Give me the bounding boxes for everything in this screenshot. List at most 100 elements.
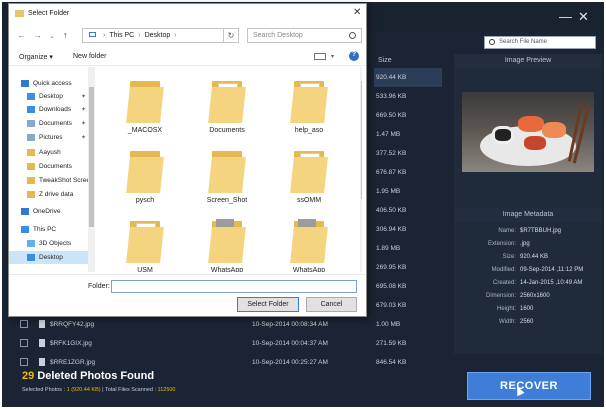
folder-item[interactable]: WhatsApp — [188, 215, 266, 272]
folder-item[interactable]: USM — [106, 215, 184, 272]
dialog-close-button[interactable]: ✕ — [353, 7, 361, 18]
nav-item-label: Desktop — [39, 254, 63, 261]
refresh-icon: ↻ — [227, 31, 235, 40]
row-checkbox[interactable] — [20, 358, 28, 366]
nav-item-label: Pictures — [39, 134, 63, 141]
folder-name: _MACOSX — [127, 127, 163, 134]
cancel-button[interactable]: Cancel — [306, 297, 357, 312]
folder-name: pysch — [135, 197, 155, 204]
folder-name: WhatsApp — [292, 267, 326, 272]
refresh-button[interactable]: ↻ — [223, 28, 239, 43]
folder-input[interactable] — [111, 280, 357, 293]
folder-item[interactable]: Documents — [188, 75, 266, 143]
folder-item[interactable]: _MACOSX — [106, 75, 184, 143]
view-dropdown-icon[interactable]: ▾ — [331, 53, 334, 60]
metadata-key: Modified: — [491, 267, 516, 273]
size-cell[interactable]: 406.50 KB — [374, 201, 442, 220]
nav-item[interactable]: Pictures ✦ — [9, 131, 88, 144]
nav-item[interactable]: Z drive data — [9, 188, 88, 201]
nav-item[interactable]: Desktop — [9, 251, 88, 264]
metadata-value: 2560 — [520, 319, 534, 325]
metadata-key: Extension: — [487, 241, 516, 247]
pin-icon: ✦ — [81, 135, 87, 141]
size-cell[interactable]: 669.50 KB — [374, 106, 442, 125]
folder-icon — [27, 177, 35, 184]
size-cell[interactable]: 1.95 MB — [374, 182, 442, 201]
size-cell[interactable]: 269.95 KB — [374, 258, 442, 277]
file-date: 10-Sep-2014 00:08:34 AM — [252, 321, 328, 328]
nav-item-label: Aayush — [39, 149, 61, 156]
app-close-button[interactable]: ✕ — [578, 9, 589, 25]
metadata-value: 2560x1600 — [520, 293, 550, 299]
folder-name: USM — [137, 267, 153, 272]
image-file-icon — [39, 358, 45, 366]
folder-item[interactable]: WhatsApp — [270, 215, 348, 272]
address-bar[interactable]: › This PC › Desktop › — [82, 28, 239, 43]
file-search-input[interactable]: Search File Name — [484, 36, 596, 49]
nav-item-label: This PC — [33, 226, 57, 233]
view-options-icon[interactable] — [314, 53, 326, 60]
nav-item[interactable]: Desktop ✦ — [9, 90, 88, 103]
help-icon[interactable]: ? — [349, 51, 359, 61]
metadata-row: Width: 2560 — [454, 319, 602, 331]
nav-scrollbar-thumb[interactable] — [89, 87, 94, 227]
nav-item[interactable]: Documents ✦ — [9, 117, 88, 130]
size-cell[interactable]: 676.87 KB — [374, 163, 442, 182]
content-scrollbar-thumb[interactable] — [361, 81, 362, 199]
nav-item[interactable]: Downloads ✦ — [9, 103, 88, 116]
folder-item[interactable]: help_aso — [270, 75, 348, 143]
folder-item[interactable]: ssOMM — [270, 145, 348, 213]
metadata-value: 14-Jan-2015 ,10:49 AM — [520, 280, 583, 286]
folder-item[interactable]: pysch — [106, 145, 184, 213]
new-folder-button[interactable]: New folder — [73, 53, 106, 60]
recover-button[interactable]: RECOVER — [467, 372, 591, 400]
recent-dropdown-icon[interactable]: ⌄ — [49, 32, 55, 40]
dialog-footer: Folder: Select Folder Cancel — [9, 274, 366, 318]
size-cell[interactable]: 679.03 KB — [374, 296, 442, 315]
nav-item[interactable]: 3D Objects — [9, 237, 88, 250]
row-checkbox[interactable] — [20, 320, 28, 328]
metadata-key: Width: — [498, 319, 516, 325]
breadcrumb-desktop[interactable]: Desktop — [145, 32, 171, 39]
metadata-value: 1600 — [520, 306, 534, 312]
nav-item-label: Downloads — [39, 106, 72, 113]
nav-item[interactable]: TweakShot Scree — [9, 174, 90, 187]
forward-arrow-icon[interactable]: → — [33, 30, 42, 40]
search-icon — [489, 39, 495, 45]
dialog-navbar: ← → ⌄ ↑ › This PC › Desktop › ↻ Search Deskt… — [9, 26, 366, 46]
image-file-icon — [39, 339, 45, 347]
folder-item[interactable]: Screen_Shot — [188, 145, 266, 213]
size-cell[interactable]: 920.44 KB — [374, 68, 442, 87]
nav-item[interactable]: OneDrive — [9, 205, 88, 218]
column-header-size[interactable]: Size — [378, 54, 392, 68]
size-cell[interactable]: 306.94 KB — [374, 220, 442, 239]
metadata-key: Dimension: — [485, 293, 516, 299]
back-arrow-icon[interactable]: ← — [17, 30, 26, 40]
total-value: 112500 — [157, 387, 176, 393]
dialog-titlebar: Select Folder ✕ — [9, 4, 366, 24]
select-folder-button[interactable]: Select Folder — [237, 297, 299, 312]
nav-item-label: 3D Objects — [39, 240, 72, 247]
nav-item[interactable]: Quick access — [9, 77, 88, 90]
breadcrumb-this-pc[interactable]: This PC — [109, 32, 134, 39]
size-cell[interactable]: 377.52 KB — [374, 144, 442, 163]
pc-icon — [89, 32, 96, 37]
size-cell[interactable]: 1.47 MB — [374, 125, 442, 144]
size-cell[interactable]: 695.08 KB — [374, 277, 442, 296]
dialog-search-input[interactable]: Search Desktop — [247, 28, 362, 43]
minimize-button[interactable]: — — [559, 9, 572, 24]
nav-item[interactable]: Aayush — [9, 146, 88, 159]
desktop-icon — [27, 93, 35, 100]
metadata-key: Name: — [498, 228, 516, 234]
image-preview-title: Image Preview — [454, 54, 602, 68]
nav-item[interactable]: Documents — [9, 160, 88, 173]
dialog-title: Select Folder — [28, 10, 70, 17]
nav-item[interactable]: This PC — [9, 223, 88, 236]
up-arrow-icon[interactable]: ↑ — [63, 30, 68, 40]
organize-menu[interactable]: Organize ▾ — [19, 53, 53, 61]
table-row[interactable]: $RFK1GIX.jpg 10-Sep-2014 00:04:37 AM 271.5… — [2, 334, 446, 353]
row-checkbox[interactable] — [20, 339, 28, 347]
size-cell[interactable]: 1.89 MB — [374, 239, 442, 258]
image-metadata-title: Image Metadata — [454, 208, 602, 222]
size-cell[interactable]: 533.96 KB — [374, 87, 442, 106]
